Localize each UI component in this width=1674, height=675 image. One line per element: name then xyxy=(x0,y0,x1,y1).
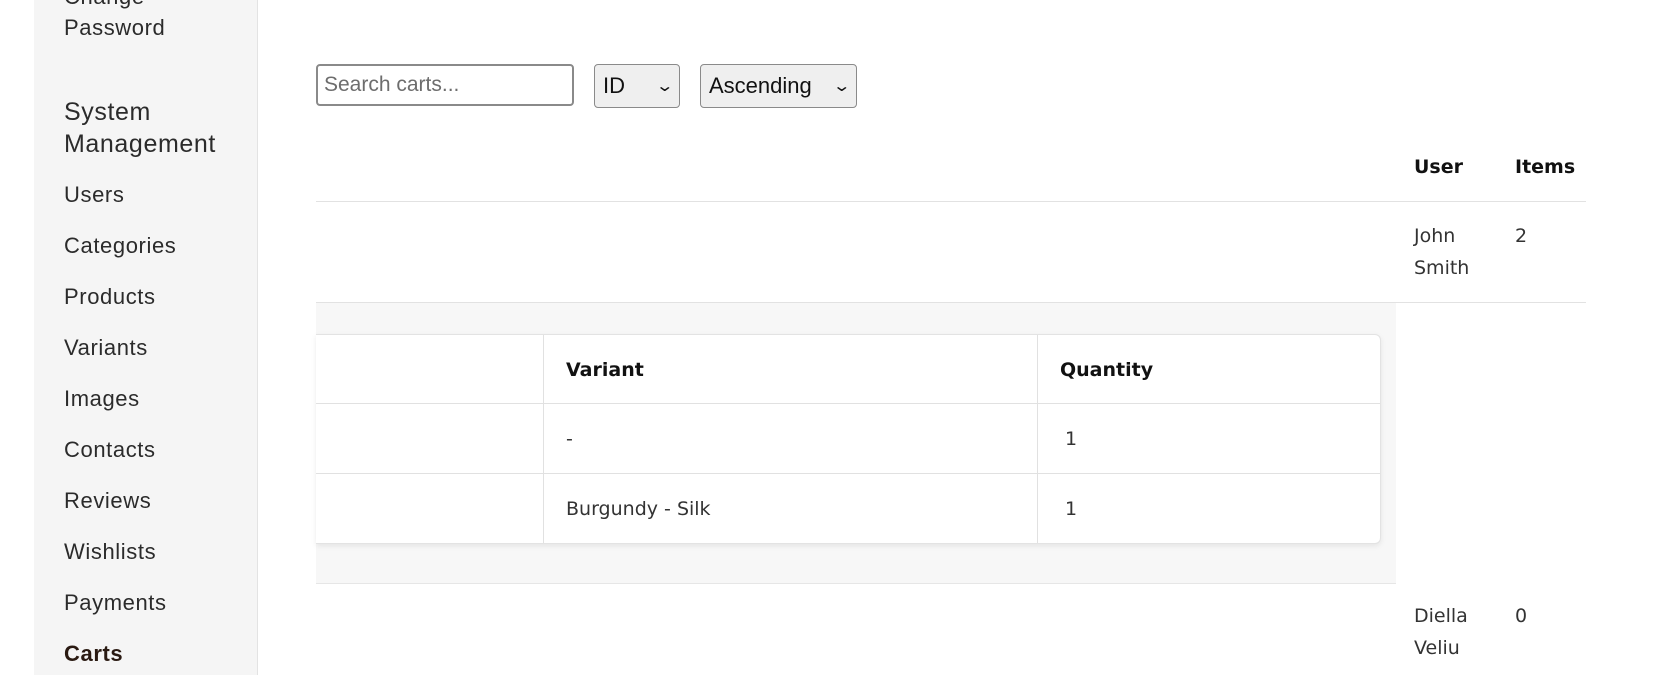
user-first-name: John xyxy=(1414,225,1456,247)
cell-items: 0 xyxy=(1515,605,1528,627)
column-header-user[interactable]: User xyxy=(1414,156,1463,178)
cart-details-panel: Variant Quantity - 1 Burgundy - Silk 1 xyxy=(316,303,1396,584)
cell-user: John Smith xyxy=(1414,220,1469,284)
chevron-down-icon: ⌄ xyxy=(831,78,851,95)
chevron-down-icon: ⌄ xyxy=(654,78,674,95)
sidebar-item-contacts[interactable]: Contacts xyxy=(64,437,156,463)
column-divider xyxy=(1037,335,1038,543)
sidebar-item-carts[interactable]: Carts xyxy=(64,641,123,667)
sidebar-item-images[interactable]: Images xyxy=(64,386,140,412)
cell-variant: - xyxy=(566,428,573,450)
row-divider xyxy=(316,403,1380,404)
cell-quantity: 1 xyxy=(1065,498,1078,520)
page: Change Password System Management Users … xyxy=(0,0,1674,675)
column-header-quantity: Quantity xyxy=(1060,359,1154,381)
sidebar-item-payments[interactable]: Payments xyxy=(64,590,167,616)
header-divider xyxy=(316,201,1586,202)
sidebar-item-categories[interactable]: Categories xyxy=(64,233,176,259)
cart-items-table: Variant Quantity - 1 Burgundy - Silk 1 xyxy=(316,334,1381,544)
sort-order-value: Ascending xyxy=(709,73,812,98)
column-divider xyxy=(543,335,544,543)
sidebar-item-variants[interactable]: Variants xyxy=(64,335,148,361)
row-divider xyxy=(316,473,1380,474)
cell-user: Diella Veliu xyxy=(1414,600,1468,664)
column-header-items[interactable]: Items xyxy=(1515,156,1575,178)
user-last-name: Veliu xyxy=(1414,637,1460,659)
sort-field-value: ID xyxy=(603,73,625,98)
sidebar-item-change-password-partial[interactable]: Change xyxy=(64,0,145,10)
sort-field-select[interactable]: ID ⌄ xyxy=(594,64,680,108)
sidebar-item-users[interactable]: Users xyxy=(64,182,124,208)
search-input[interactable] xyxy=(316,64,574,106)
user-last-name: Smith xyxy=(1414,257,1470,279)
sidebar: Change Password System Management Users … xyxy=(34,0,258,675)
column-header-variant: Variant xyxy=(566,359,644,381)
sort-order-select[interactable]: Ascending ⌄ xyxy=(700,64,857,108)
sidebar-item-products[interactable]: Products xyxy=(64,284,156,310)
cell-items: 2 xyxy=(1515,225,1528,247)
user-first-name: Diella xyxy=(1414,605,1468,627)
cell-variant: Burgundy - Silk xyxy=(566,498,711,520)
sidebar-item-wishlists[interactable]: Wishlists xyxy=(64,539,156,565)
sidebar-item-password[interactable]: Password xyxy=(64,15,165,41)
sidebar-section-heading: System Management xyxy=(64,98,216,158)
sidebar-item-reviews[interactable]: Reviews xyxy=(64,488,151,514)
cell-quantity: 1 xyxy=(1065,428,1078,450)
